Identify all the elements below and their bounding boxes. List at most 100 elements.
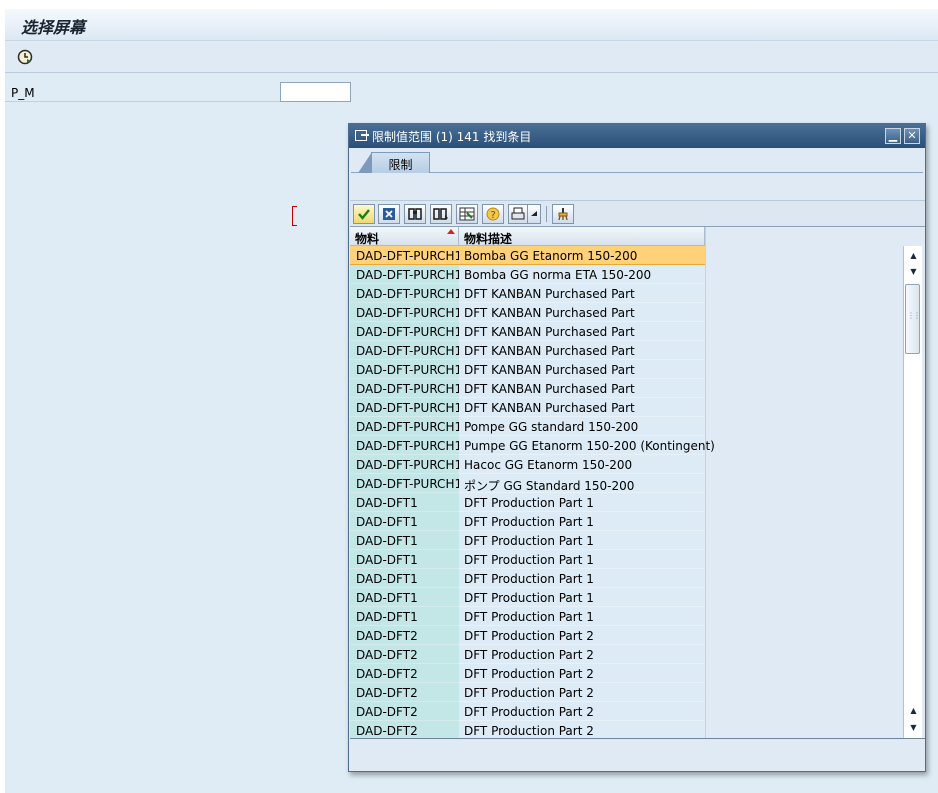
description-cell: DFT Production Part 1 (459, 588, 705, 607)
material-cell: DAD-DFT-PURCH1 (350, 322, 462, 341)
cancel-button[interactable] (378, 204, 400, 224)
material-cell: DAD-DFT2 (350, 626, 459, 645)
settings-button[interactable] (552, 204, 574, 224)
triangle-down-icon: ▼ (910, 267, 917, 276)
table-row[interactable]: DAD-DFT1 DFT Production Part 1 (350, 588, 903, 607)
table-row[interactable]: DAD-DFT1 DFT Production Part 1 (350, 569, 903, 588)
table-row[interactable]: DAD-DFT-PURCH1 DFT KANBAN Purchased Part (350, 360, 903, 379)
scroll-thumb[interactable] (905, 284, 920, 354)
list-toolbar: ? (350, 200, 925, 226)
table-row[interactable]: DAD-DFT-PURCH1 DFT KANBAN Purchased Part (350, 303, 903, 322)
scroll-up-button[interactable]: ▲ (906, 248, 921, 263)
sort-ascending-icon (447, 229, 455, 234)
description-cell: Bomba GG Etanorm 150-200 (459, 246, 705, 265)
table-row[interactable]: DAD-DFT-PURCH1 DFT KANBAN Purchased Part (350, 341, 903, 360)
table-row[interactable]: DAD-DFT2 DFT Production Part 2 (350, 702, 903, 721)
select-layout-button[interactable] (456, 204, 478, 224)
select-layout-icon (459, 207, 475, 221)
column-header-label: 物料描述 (464, 232, 513, 246)
help-icon: ? (486, 207, 500, 221)
find-button[interactable] (404, 204, 426, 224)
vertical-scrollbar[interactable]: ▲ ▼ ▲ ▼ (903, 246, 922, 738)
table-row[interactable]: DAD-DFT-PURCH1 Pumpe GG Etanorm 150-200 (… (350, 436, 903, 455)
description-cell: DFT Production Part 2 (459, 645, 705, 664)
dialog-title: 限制值范围 (1) 141 找到条目 (372, 130, 532, 144)
column-header-material[interactable]: 物料 (350, 227, 459, 246)
material-cell: DAD-DFT1 (350, 550, 459, 569)
dialog-title-bar: 限制值范围 (1) 141 找到条目 ▁ ✕ (349, 124, 925, 148)
page-down-button[interactable]: ▼ (906, 264, 921, 279)
material-cell: DAD-DFT2 (350, 702, 459, 721)
description-cell: DFT Production Part 1 (459, 531, 705, 550)
table-row[interactable]: DAD-DFT2 DFT Production Part 2 (350, 626, 903, 645)
table-row[interactable]: DAD-DFT-PURCH1 Hacoc GG Etanorm 150-200 (350, 455, 903, 474)
table-row[interactable]: DAD-DFT-PURCH1 DFT KANBAN Purchased Part (350, 322, 903, 341)
material-cell: DAD-DFT2 (350, 721, 459, 738)
print-dropdown-icon (531, 211, 537, 216)
material-cell: DAD-DFT-PURCH1 (350, 379, 462, 398)
p-m-input[interactable] (280, 82, 351, 102)
description-cell: Pumpe GG Etanorm 150-200 (Kontingent) (459, 436, 715, 455)
material-cell: DAD-DFT1 (350, 493, 459, 512)
material-cell: DAD-DFT-PURCH1 (350, 284, 462, 303)
close-button[interactable]: ✕ (904, 128, 920, 144)
column-header-label: 物料 (355, 232, 380, 246)
focus-marker (292, 206, 298, 226)
description-cell: Hacoc GG Etanorm 150-200 (459, 455, 705, 474)
table-row[interactable]: DAD-DFT1 DFT Production Part 1 (350, 607, 903, 626)
table-row[interactable]: DAD-DFT-PURCH1 Bomba GG norma ETA 150-200 (350, 265, 903, 284)
description-cell: DFT Production Part 2 (459, 626, 705, 645)
value-restriction-dialog: 限制值范围 (1) 141 找到条目 ▁ ✕ 限制 ? 物料 物料描述 DAD-… (348, 123, 926, 772)
material-cell: DAD-DFT1 (350, 512, 459, 531)
material-cell: DAD-DFT-PURCH1 (350, 246, 462, 265)
print-icon (511, 207, 525, 220)
cancel-icon (383, 208, 395, 220)
description-cell: DFT KANBAN Purchased Part (459, 284, 705, 303)
table-row[interactable]: DAD-DFT-PURCH1 DFT KANBAN Purchased Part (350, 398, 903, 417)
material-cell: DAD-DFT2 (350, 664, 459, 683)
print-dropdown-button[interactable] (527, 204, 541, 224)
material-cell: DAD-DFT-PURCH1 (350, 417, 462, 436)
tab-restrictions[interactable]: 限制 (358, 152, 430, 173)
hit-list-grid: 物料 物料描述 DAD-DFT-PURCH1 Bomba GG Etanorm 1… (350, 226, 925, 739)
table-row[interactable]: DAD-DFT2 DFT Production Part 2 (350, 664, 903, 683)
table-row[interactable]: DAD-DFT1 DFT Production Part 1 (350, 493, 903, 512)
confirm-button[interactable] (353, 204, 375, 224)
description-cell: DFT Production Part 2 (459, 702, 705, 721)
triangle-up-icon: ▲ (910, 706, 917, 715)
table-row[interactable]: DAD-DFT-PURCH1 DFT KANBAN Purchased Part (350, 379, 903, 398)
description-cell: DFT KANBAN Purchased Part (459, 379, 705, 398)
material-cell: DAD-DFT-PURCH1 (350, 341, 462, 360)
material-cell: DAD-DFT1 (350, 588, 459, 607)
table-row[interactable]: DAD-DFT2 DFT Production Part 2 (350, 721, 903, 738)
description-cell: DFT KANBAN Purchased Part (459, 303, 705, 322)
table-row[interactable]: DAD-DFT2 DFT Production Part 2 (350, 645, 903, 664)
execute-button[interactable] (15, 47, 35, 67)
table-row[interactable]: DAD-DFT-PURCH1 Pompe GG standard 150-200 (350, 417, 903, 436)
description-cell: ポンプ GG Standard 150-200 (459, 474, 705, 493)
table-row[interactable]: DAD-DFT-PURCH1 Bomba GG Etanorm 150-200 (350, 246, 903, 265)
help-button[interactable]: ? (482, 204, 504, 224)
table-row[interactable]: DAD-DFT2 DFT Production Part 2 (350, 683, 903, 702)
table-row[interactable]: DAD-DFT-PURCH1 DFT KANBAN Purchased Part (350, 284, 903, 303)
table-row[interactable]: DAD-DFT1 DFT Production Part 1 (350, 531, 903, 550)
title-bar: 选择屏幕 (5, 9, 938, 41)
column-header-description[interactable]: 物料描述 (459, 227, 705, 246)
description-cell: DFT Production Part 1 (459, 569, 705, 588)
material-cell: DAD-DFT-PURCH1 (350, 398, 462, 417)
minimize-button[interactable]: ▁ (885, 128, 901, 144)
table-row[interactable]: DAD-DFT1 DFT Production Part 1 (350, 550, 903, 569)
toolbar-separator (546, 206, 547, 222)
triangle-up-icon: ▲ (910, 251, 917, 260)
page-title: 选择屏幕 (21, 18, 86, 37)
find-next-button[interactable] (430, 204, 452, 224)
checkmark-icon (358, 209, 370, 220)
page-up-button[interactable]: ▲ (906, 703, 921, 718)
table-row[interactable]: DAD-DFT1 DFT Production Part 1 (350, 512, 903, 531)
scroll-down-button[interactable]: ▼ (906, 720, 921, 735)
print-button[interactable] (508, 204, 528, 224)
description-cell: DFT KANBAN Purchased Part (459, 360, 705, 379)
description-cell: DFT Production Part 1 (459, 512, 705, 531)
dialog-icon (355, 130, 369, 141)
table-row[interactable]: DAD-DFT-PURCH1 ポンプ GG Standard 150-200 (350, 474, 903, 493)
